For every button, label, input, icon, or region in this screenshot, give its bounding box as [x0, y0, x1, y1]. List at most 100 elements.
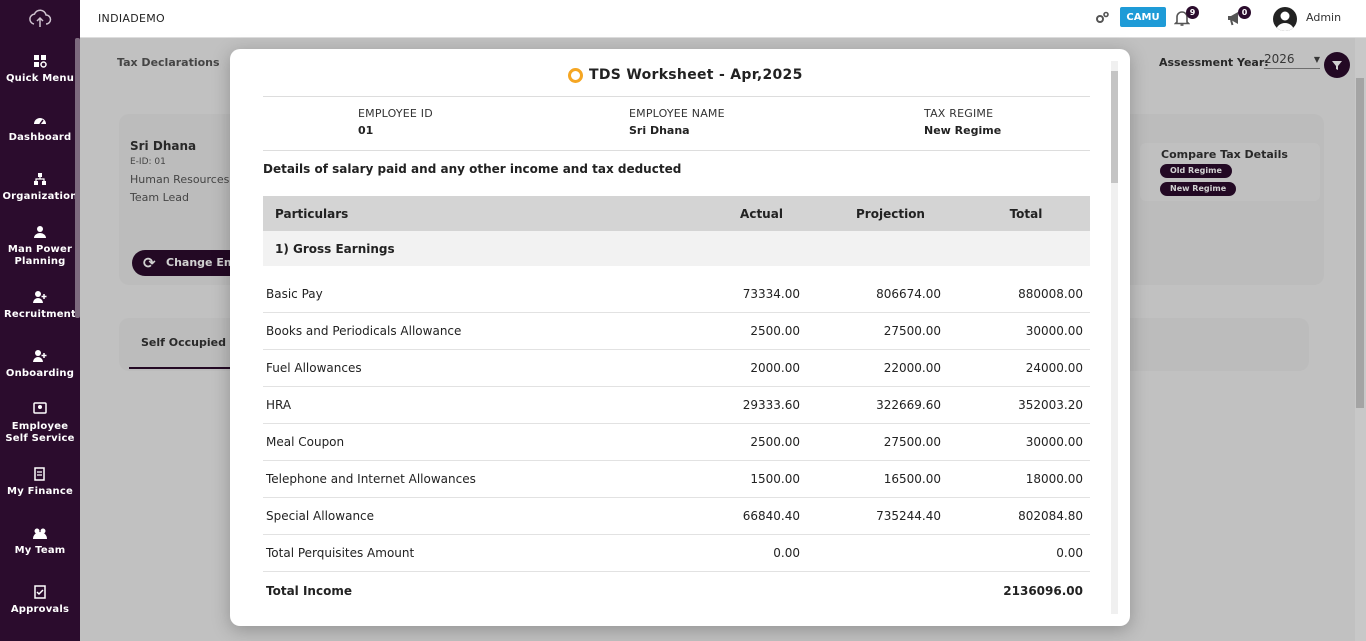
row-total: 802084.80	[1018, 509, 1083, 523]
tax-regime-block: TAX REGIME New Regime	[924, 107, 1001, 137]
notification-bell-icon[interactable]: 9	[1173, 6, 1199, 30]
announcement-megaphone-icon[interactable]: 0	[1226, 6, 1251, 30]
employee-id-value: 01	[358, 124, 374, 137]
organization-icon	[34, 173, 46, 185]
table-row: Telephone and Internet Allowances 1500.00…	[263, 461, 1090, 498]
notification-count-badge: 9	[1186, 6, 1199, 19]
table-row: Books and Periodicals Allowance 2500.00 27…	[263, 313, 1090, 350]
manpower-icon	[34, 226, 46, 238]
table-row: Fuel Allowances 2000.00 22000.00 24000.00	[263, 350, 1090, 387]
row-total: 0.00	[1056, 546, 1083, 560]
sidebar-item-employee-self-service[interactable]: Employee Self Service	[0, 392, 80, 451]
row-total: 880008.00	[1018, 287, 1083, 301]
sidebar-item-label: Organization	[2, 191, 78, 202]
tax-regime-label: TAX REGIME	[924, 107, 994, 120]
approvals-icon	[34, 585, 46, 599]
row-projection: 27500.00	[883, 435, 941, 449]
sidebar-item-dashboard[interactable]: Dashboard	[0, 97, 80, 156]
row-particular: Meal Coupon	[266, 435, 345, 449]
row-particular: Fuel Allowances	[266, 361, 362, 375]
company-name: INDIADEMO	[98, 12, 165, 25]
sidebar-item-recruitment[interactable]: Recruitment	[0, 274, 80, 333]
row-actual: 29333.60	[742, 398, 800, 412]
header-projection: Projection	[856, 206, 925, 221]
user-avatar-icon[interactable]	[1273, 7, 1297, 31]
table-header: Particulars Actual Projection Total	[263, 196, 1090, 231]
row-projection: 322669.60	[876, 398, 941, 412]
total-income-label: Total Income	[266, 583, 352, 598]
divider	[263, 150, 1090, 151]
row-particular: Total Perquisites Amount	[266, 546, 415, 560]
tds-worksheet-modal: TDS Worksheet - Apr,2025 EMPLOYEE ID 01 …	[230, 49, 1130, 626]
tax-regime-value: New Regime	[924, 124, 1002, 137]
row-particular: Basic Pay	[266, 287, 323, 301]
camu-badge[interactable]: CAMU	[1120, 7, 1166, 27]
table-row: HRA 29333.60 322669.60 352003.20	[263, 387, 1090, 424]
tds-table: Particulars Actual Projection Total 1) G…	[263, 196, 1090, 609]
divider	[263, 96, 1090, 97]
employee-id-block: EMPLOYEE ID 01	[358, 107, 433, 137]
table-row: Special Allowance 66840.40 735244.40 802084…	[263, 498, 1090, 535]
circle-status-icon	[568, 67, 583, 83]
modal-title: TDS Worksheet - Apr,2025	[568, 67, 803, 83]
row-total: 352003.20	[1018, 398, 1083, 412]
row-particular: Telephone and Internet Allowances	[266, 472, 476, 486]
row-actual: 66840.40	[742, 509, 800, 523]
sidebar-item-label: Employee Self Service	[5, 421, 75, 444]
row-total: 30000.00	[1025, 435, 1083, 449]
finance-icon	[34, 467, 45, 481]
recruitment-icon	[33, 291, 47, 303]
row-actual: 73334.00	[742, 287, 800, 301]
row-projection: 27500.00	[883, 324, 941, 338]
table-row: Total Perquisites Amount 0.00 0.00	[263, 535, 1090, 572]
row-actual: 2500.00	[750, 324, 800, 338]
settings-gear-icon[interactable]	[1094, 10, 1110, 29]
row-actual: 2500.00	[750, 435, 800, 449]
row-projection: 735244.40	[876, 509, 941, 523]
sidebar-item-label: Approvals	[10, 604, 70, 615]
modal-title-text: TDS Worksheet - Apr,2025	[589, 67, 803, 83]
header-total: Total	[1009, 206, 1043, 221]
modal-scrollbar[interactable]	[1111, 61, 1118, 614]
sidebar: Quick Menu Dashboard Organization Man Power…	[0, 0, 80, 641]
quick-menu-icon	[34, 55, 47, 68]
row-projection: 22000.00	[883, 361, 941, 375]
sidebar-item-label: Onboarding	[5, 368, 75, 379]
sidebar-item-organization[interactable]: Organization	[0, 156, 80, 215]
sidebar-item-man-power-planning[interactable]: Man Power Planning	[0, 215, 80, 274]
row-actual: 1500.00	[750, 472, 800, 486]
onboarding-icon	[33, 350, 47, 362]
row-actual: 2000.00	[750, 361, 800, 375]
sidebar-item-label: My Finance	[7, 486, 73, 497]
total-income-row: Total Income 2136096.00	[263, 572, 1090, 609]
sidebar-item-approvals[interactable]: Approvals	[0, 569, 80, 628]
table-row: Basic Pay 73334.00 806674.00 880008.00	[263, 276, 1090, 313]
employee-name-label: EMPLOYEE NAME	[629, 107, 725, 120]
table-row: Meal Coupon 2500.00 27500.00 30000.00	[263, 424, 1090, 461]
row-particular: HRA	[266, 398, 292, 412]
total-income-value: 2136096.00	[1003, 583, 1083, 598]
row-total: 30000.00	[1025, 324, 1083, 338]
sidebar-item-my-team[interactable]: My Team	[0, 510, 80, 569]
sidebar-item-label: Man Power Planning	[7, 244, 73, 267]
row-actual: 0.00	[773, 546, 800, 560]
row-total: 18000.00	[1025, 472, 1083, 486]
sidebar-item-quick-menu[interactable]: Quick Menu	[0, 38, 80, 97]
cloud-logo-icon[interactable]	[0, 0, 80, 38]
row-particular: Special Allowance	[266, 509, 375, 523]
header-particulars: Particulars	[275, 206, 349, 221]
employee-name-value: Sri Dhana	[629, 124, 690, 137]
sidebar-item-onboarding[interactable]: Onboarding	[0, 333, 80, 392]
employee-name-block: EMPLOYEE NAME Sri Dhana	[629, 107, 725, 137]
user-name[interactable]: Admin	[1306, 11, 1341, 24]
announcement-count-badge: 0	[1238, 6, 1251, 19]
sidebar-item-my-finance[interactable]: My Finance	[0, 451, 80, 510]
self-service-icon	[33, 402, 47, 414]
section-gross-earnings: 1) Gross Earnings	[263, 231, 1090, 266]
sidebar-item-label: My Team	[14, 545, 66, 556]
sidebar-item-label: Dashboard	[8, 132, 72, 143]
team-icon	[33, 528, 47, 539]
row-projection: 806674.00	[876, 287, 941, 301]
row-particular: Books and Periodicals Allowance	[266, 324, 462, 338]
dashboard-icon	[34, 118, 46, 125]
